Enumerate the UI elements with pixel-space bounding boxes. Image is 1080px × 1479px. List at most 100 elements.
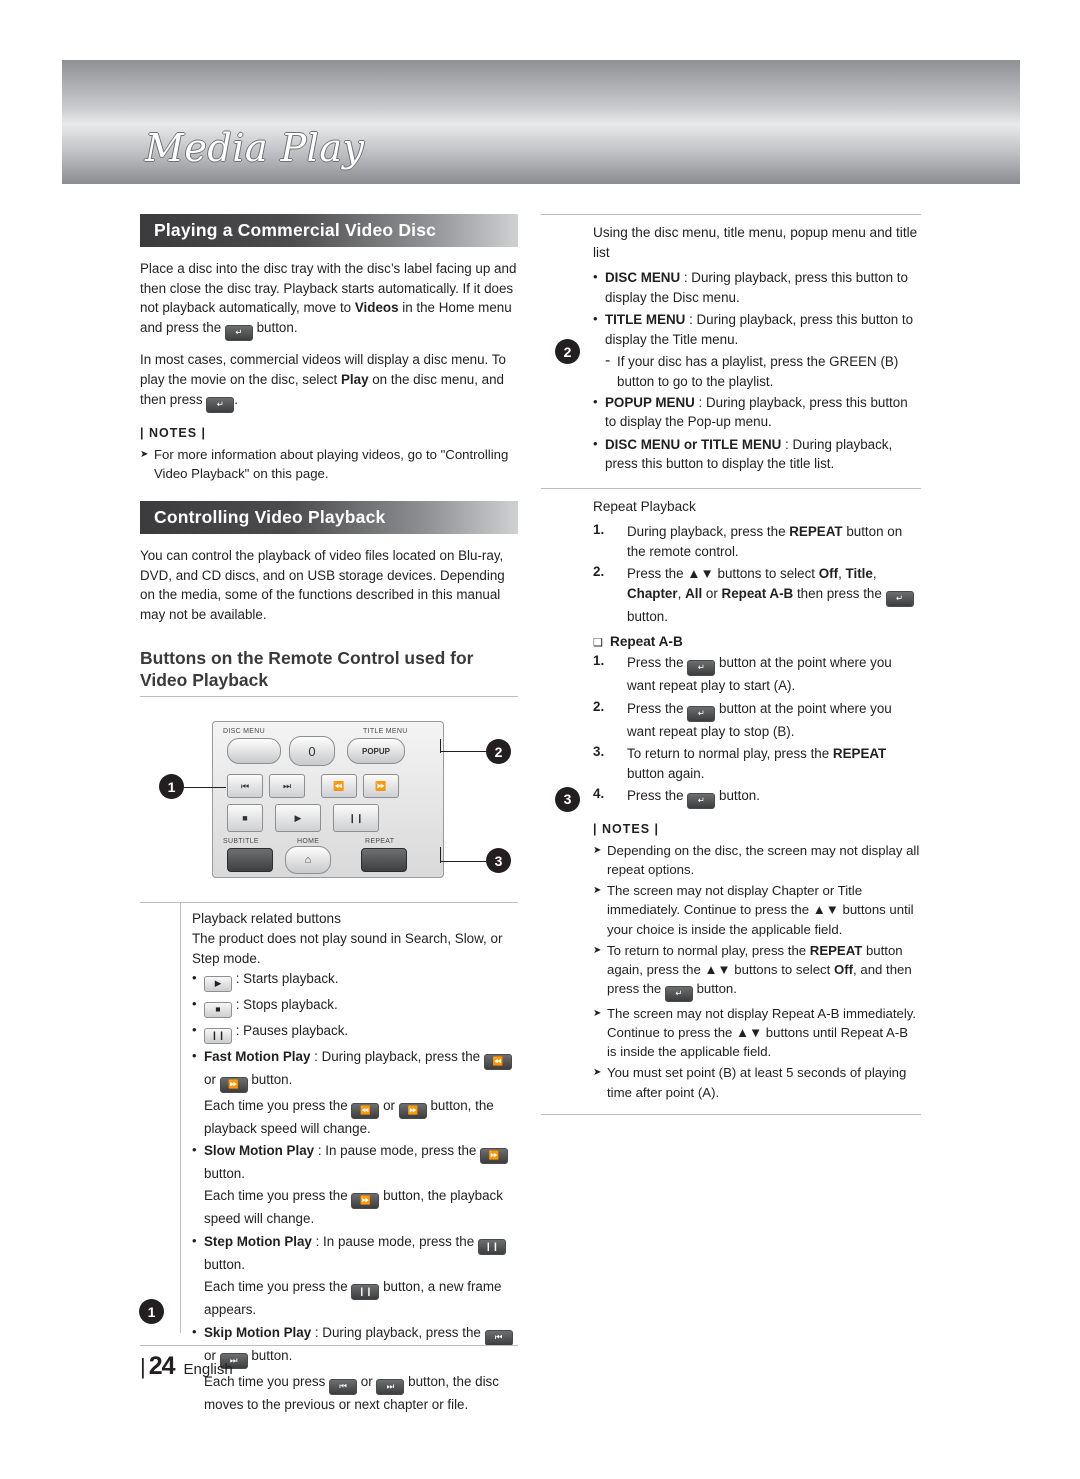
callout-line-2	[440, 751, 486, 753]
enter-icon: ↵	[687, 660, 716, 677]
callout-marker-2: 2	[486, 739, 511, 765]
notes-label-text: NOTES	[601, 821, 651, 836]
note-item: ➤ The screen may not display Repeat A-B i…	[593, 1004, 921, 1061]
page-footer: | 24 English	[140, 1352, 233, 1381]
right-block1-list: • DISC MENU : During playback, press this…	[593, 268, 921, 473]
popup-button[interactable]: POPUP	[347, 738, 405, 765]
step-item: 2. Press the ↵ button at the point where …	[593, 699, 921, 741]
stop-key[interactable]: ■	[227, 804, 263, 833]
skip-back-key[interactable]: ⏮	[227, 774, 263, 799]
panel-title: Playback related buttons	[192, 911, 341, 927]
pause-icon: ❙❙	[204, 1027, 232, 1044]
section-heading-controlling-video-playback: Controlling Video Playback	[140, 500, 518, 534]
list-item-text: POPUP MENU : During playback, press this…	[605, 393, 921, 432]
list-item-text: ▶ : Starts playback.	[204, 969, 518, 992]
subtitle-button[interactable]	[227, 848, 273, 873]
note-item: ➤ Depending on the disc, the screen may n…	[593, 841, 921, 879]
note-arrow-icon: ➤	[593, 944, 602, 956]
rewind-icon: ⏪	[483, 1053, 512, 1070]
play-icon: ▶	[204, 975, 232, 992]
list-subitem: Each time you press the ⏩ button, the pl…	[204, 1186, 518, 1228]
label-repeat: REPEAT	[365, 838, 395, 846]
document-page: Media Play Playing a Commercial Video Di…	[0, 0, 1080, 1479]
callout-line-3b	[440, 847, 441, 864]
dash-marker: -	[605, 352, 611, 370]
enter-icon: ↵	[206, 396, 235, 413]
square-bullet-icon: ❑	[593, 637, 603, 650]
fast-forward-key[interactable]: ⏩	[363, 774, 399, 799]
list-item-bold: Skip Motion Play	[204, 1324, 312, 1340]
step-number: 3.	[593, 744, 605, 760]
list-subitem-text: Each time you press ⏮ or ⏭ button, the d…	[204, 1373, 499, 1412]
repeat-ab-heading-row: ❑ Repeat A-B	[593, 634, 921, 649]
list-item-text: Step Motion Play : In pause mode, press …	[204, 1232, 518, 1274]
list-item: • Slow Motion Play : In pause mode, press…	[192, 1141, 518, 1183]
note-item: ➤ For more information about playing vid…	[140, 445, 518, 483]
home-button[interactable]: ⌂	[285, 846, 331, 875]
note-text: The screen may not display Repeat A-B im…	[607, 1005, 917, 1060]
label-disc-menu: DISC MENU	[223, 728, 265, 736]
skip-forward-key[interactable]: ⏭	[269, 774, 305, 799]
label-subtitle: SUBTITLE	[223, 838, 259, 846]
step-number: 4.	[593, 785, 605, 801]
popup-label: POPUP	[361, 746, 390, 756]
bullet-dot: •	[593, 311, 598, 327]
list-subitem: Each time you press the ❙❙ button, a new…	[204, 1277, 518, 1319]
footer-language: English	[183, 1361, 233, 1378]
pause-key[interactable]: ❙❙	[333, 804, 379, 833]
list-item: • POPUP MENU : During playback, press thi…	[593, 393, 921, 432]
enter-icon: ↵	[664, 985, 693, 1002]
list-item: • Step Motion Play : In pause mode, press…	[192, 1232, 518, 1274]
subsection-heading-buttons-remote: Buttons on the Remote Control used for V…	[140, 647, 474, 691]
list-item-bold: TITLE MENU	[605, 312, 686, 328]
play-key[interactable]: ▶	[275, 804, 321, 833]
enter-icon: ↵	[224, 325, 253, 342]
list-item-text: ❙❙ : Pauses playback.	[204, 1021, 518, 1044]
bullet-dot: •	[192, 995, 197, 1011]
right-column: 2 Using the disc menu, title menu, popup…	[541, 214, 921, 1115]
list-item: • ❙❙ : Pauses playback.	[192, 1021, 518, 1044]
repeat-button[interactable]	[361, 848, 407, 873]
paragraph-1: Place a disc into the disc tray with the…	[140, 259, 518, 342]
list-item-text: DISC MENU or TITLE MENU : During playbac…	[605, 435, 921, 474]
step-number: 2.	[593, 698, 605, 714]
step-item: 4. Press the ↵ button.	[593, 786, 921, 809]
list-item-text: TITLE MENU : During playback, press this…	[605, 310, 921, 349]
p1-c: button.	[252, 320, 298, 336]
list-item: • ■ : Stops playback.	[192, 995, 518, 1018]
playback-related-buttons-panel: 1 Playback related buttons The product d…	[139, 902, 518, 1414]
rewind-key[interactable]: ⏪	[321, 774, 357, 799]
list-subitem-text: Each time you press the ❙❙ button, a new…	[204, 1279, 502, 1318]
zero-button[interactable]: 0	[289, 736, 335, 767]
left-column: Playing a Commercial Video Disc Place a …	[139, 214, 518, 1417]
paragraph-3: You can control the playback of video fi…	[140, 547, 505, 622]
list-item: • DISC MENU : During playback, press this…	[593, 268, 921, 307]
disc-menu-button[interactable]	[227, 738, 281, 765]
remote-control-illustration: DISC MENU TITLE MENU 0 POPUP ⏮ ⏭ ⏪ ⏩ ■ ▶…	[140, 711, 518, 896]
list-subitem-dash: - If your disc has a playlist, press the …	[605, 352, 921, 391]
page-title: Media Play	[145, 126, 365, 170]
intro-body: Place a disc into the disc tray with the…	[140, 259, 518, 413]
bullet-dot: •	[593, 269, 598, 285]
callout-marker-1: 1	[159, 774, 184, 800]
dash-text: If your disc has a playlist, press the G…	[617, 354, 899, 389]
list-subitem-text: Each time you press the ⏩ button, the pl…	[204, 1188, 503, 1227]
note-text: You must set point (B) at least 5 second…	[607, 1065, 907, 1100]
section-heading-label: Playing a Commercial Video Disc	[154, 220, 437, 240]
paragraph-2: In most cases, commercial videos will di…	[140, 350, 518, 413]
note-text: To return to normal play, press the REPE…	[607, 941, 921, 1002]
list-item-bold: Step Motion Play	[204, 1233, 312, 1249]
panel-intro: The product does not play sound in Searc…	[192, 931, 503, 966]
note-text: For more information about playing video…	[154, 446, 509, 481]
callout-line-3	[440, 861, 486, 863]
right-bottom-rule	[541, 1113, 921, 1115]
pause-icon: ❙❙	[477, 1238, 506, 1255]
callout-line-2b	[440, 739, 441, 754]
controlling-body: You can control the playback of video fi…	[140, 546, 518, 625]
note-item: ➤ The screen may not display Chapter or T…	[593, 881, 921, 938]
skip-back-icon: ⏮	[329, 1378, 358, 1395]
stop-icon: ■	[204, 1001, 232, 1018]
list-item: • ▶ : Starts playback.	[192, 969, 518, 992]
bullet-dot: •	[192, 969, 197, 985]
label-title-menu: TITLE MENU	[363, 728, 408, 736]
